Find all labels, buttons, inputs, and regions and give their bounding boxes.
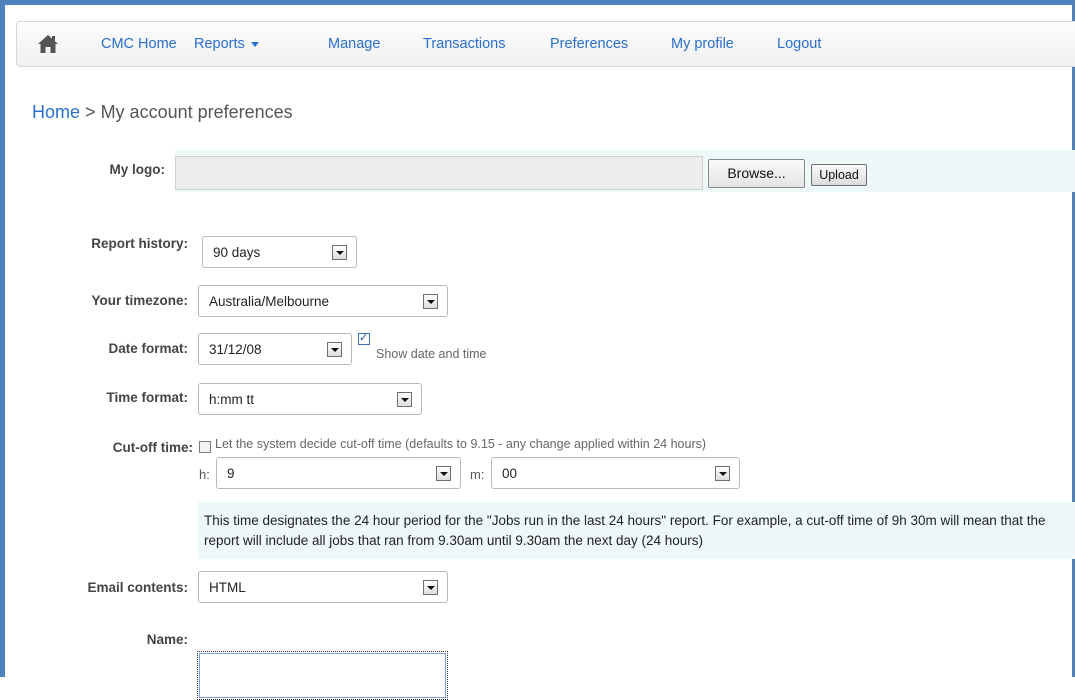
nav-manage[interactable]: Manage xyxy=(328,36,380,52)
nav-cmc-home[interactable]: CMC Home xyxy=(101,36,177,52)
time-format-label: Time format: xyxy=(106,390,188,405)
dropdown-arrow-icon xyxy=(332,245,347,260)
show-date-time-checkbox[interactable] xyxy=(358,331,370,345)
name-label: Name: xyxy=(146,632,188,647)
browse-button[interactable]: Browse... xyxy=(708,159,805,188)
breadcrumb-separator: > xyxy=(85,102,96,122)
nav-preferences[interactable]: Preferences xyxy=(550,36,628,52)
timezone-label: Your timezone: xyxy=(91,293,188,308)
email-contents-value: HTML xyxy=(209,580,246,595)
timezone-select[interactable]: Australia/Melbourne xyxy=(198,285,448,317)
dropdown-arrow-icon xyxy=(423,294,438,309)
nav-my-profile[interactable]: My profile xyxy=(671,36,734,52)
logo-label: My logo: xyxy=(109,162,166,177)
breadcrumb-home-link[interactable]: Home xyxy=(32,102,80,122)
date-format-label: Date format: xyxy=(108,341,188,356)
window-frame-top xyxy=(0,0,1075,5)
timezone-value: Australia/Melbourne xyxy=(209,294,330,309)
dropdown-arrow-icon xyxy=(397,392,412,407)
caret-down-icon xyxy=(250,41,259,47)
email-contents-select[interactable]: HTML xyxy=(198,571,448,603)
cutoff-hour-value: 9 xyxy=(227,466,235,481)
dropdown-arrow-icon xyxy=(436,466,451,481)
minute-label: m: xyxy=(470,467,485,482)
upload-button[interactable]: Upload xyxy=(811,164,867,186)
window-frame-left xyxy=(0,0,5,677)
top-navbar: CMC Home Reports Manage Transactions Pre… xyxy=(16,21,1075,67)
name-input[interactable] xyxy=(197,651,448,700)
cutoff-auto-checkbox[interactable] xyxy=(199,441,211,453)
show-date-time-label: Show date and time xyxy=(376,347,487,361)
dropdown-arrow-icon xyxy=(423,580,438,595)
date-format-value: 31/12/08 xyxy=(209,342,262,357)
cutoff-info-text: This time designates the 24 hour period … xyxy=(204,513,1046,548)
dropdown-arrow-icon xyxy=(327,342,342,357)
breadcrumb-current: My account preferences xyxy=(100,102,293,122)
time-format-value: h:mm tt xyxy=(209,392,255,407)
cutoff-time-label: Cut-off time: xyxy=(112,440,193,455)
cutoff-minute-select[interactable]: 00 xyxy=(491,457,740,489)
cutoff-minute-value: 00 xyxy=(502,466,518,481)
email-contents-label: Email contents: xyxy=(87,580,188,595)
home-icon[interactable] xyxy=(37,34,59,54)
hour-label: h: xyxy=(199,467,210,482)
logo-file-path-field[interactable] xyxy=(175,156,703,190)
cutoff-auto-label: Let the system decide cut-off time (defa… xyxy=(215,437,707,451)
breadcrumb: Home > My account preferences xyxy=(32,102,293,123)
report-history-label: Report history: xyxy=(91,236,188,251)
report-history-select[interactable]: 90 days xyxy=(202,236,357,268)
cutoff-hour-select[interactable]: 9 xyxy=(216,457,461,489)
time-format-select[interactable]: h:mm tt xyxy=(198,383,422,415)
report-history-value: 90 days xyxy=(213,245,261,260)
nav-logout[interactable]: Logout xyxy=(777,36,821,52)
nav-reports[interactable]: Reports xyxy=(194,36,259,52)
nav-reports-label: Reports xyxy=(194,36,245,52)
date-format-select[interactable]: 31/12/08 xyxy=(198,333,352,365)
dropdown-arrow-icon xyxy=(715,466,730,481)
nav-transactions[interactable]: Transactions xyxy=(423,36,505,52)
